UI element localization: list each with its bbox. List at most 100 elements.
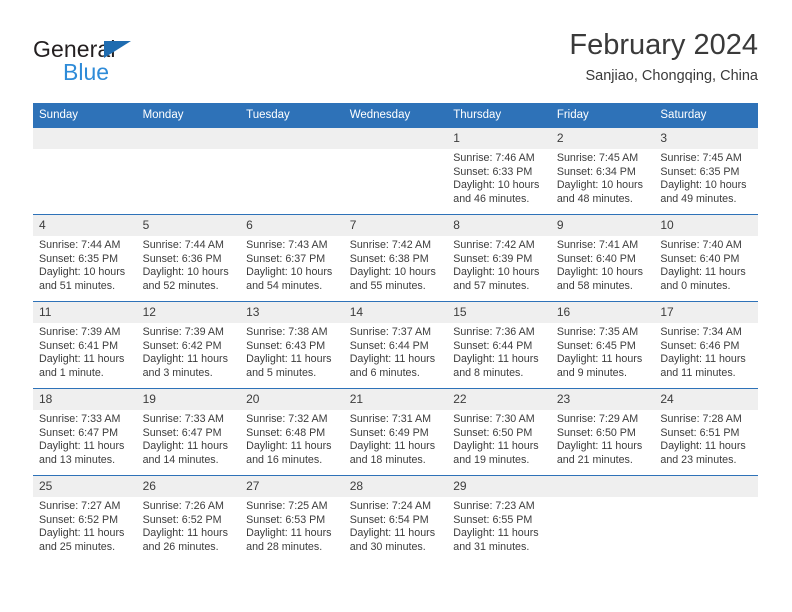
- sunrise-text: Sunrise: 7:33 AM: [39, 413, 121, 425]
- daylight-text-line2: and 57 minutes.: [453, 279, 530, 292]
- calendar-day-cell[interactable]: 27 Sunrise: 7:25 AM Sunset: 6:53 PM Dayligh…: [240, 475, 344, 562]
- sunset-text: Sunset: 6:42 PM: [142, 339, 222, 352]
- daylight-text-line1: Daylight: 11 hours: [39, 353, 125, 366]
- sunset-text: Sunset: 6:52 PM: [39, 513, 119, 526]
- calendar-table: Sunday Monday Tuesday Wednesday Thursday Frid…: [33, 103, 758, 562]
- day-number: 8: [447, 215, 551, 236]
- day-number: 28: [343, 476, 448, 497]
- daylight-text-line2: and 9 minutes.: [556, 366, 627, 379]
- sunrise-text: Sunrise: 7:41 AM: [556, 239, 639, 251]
- calendar-day-cell[interactable]: 5 Sunrise: 7:44 AM Sunset: 6:36 PM Daylight…: [136, 214, 241, 302]
- calendar-grid: Sunday Monday Tuesday Wednesday Thursday Frid…: [33, 103, 758, 562]
- daylight-text-line1: Daylight: 10 hours: [453, 179, 540, 192]
- day-details: Sunrise: 7:23 AM Sunset: 6:55 PM Daylight:…: [447, 497, 551, 554]
- sunset-text: Sunset: 6:44 PM: [453, 339, 533, 352]
- calendar-day-cell[interactable]: 10 Sunrise: 7:40 AM Sunset: 6:40 PM Dayligh…: [654, 214, 758, 302]
- calendar-week-row: 1 Sunrise: 7:46 AM Sunset: 6:33 PM Daylight…: [33, 128, 758, 215]
- daylight-text-line1: Daylight: 11 hours: [39, 527, 125, 540]
- daylight-text-line1: Daylight: 11 hours: [142, 440, 228, 453]
- calendar-day-cell[interactable]: 24 Sunrise: 7:28 AM Sunset: 6:51 PM Dayligh…: [654, 388, 758, 476]
- daylight-text-line1: Daylight: 11 hours: [556, 440, 643, 453]
- daylight-text-line2: and 18 minutes.: [349, 453, 426, 466]
- calendar-day-cell[interactable]: 7 Sunrise: 7:42 AM Sunset: 6:38 PM Daylight…: [343, 214, 448, 302]
- sunset-text: Sunset: 6:37 PM: [246, 252, 326, 265]
- day-details: Sunrise: 7:26 AM Sunset: 6:52 PM Daylight:…: [137, 497, 241, 554]
- day-number: [33, 128, 137, 149]
- calendar-day-cell[interactable]: 29 Sunrise: 7:23 AM Sunset: 6:55 PM Dayligh…: [447, 475, 551, 562]
- sunset-text: Sunset: 6:50 PM: [453, 426, 533, 439]
- calendar-day-cell[interactable]: 16 Sunrise: 7:35 AM Sunset: 6:45 PM Dayligh…: [550, 301, 655, 389]
- daylight-text-line2: and 54 minutes.: [246, 279, 323, 292]
- sunset-text: Sunset: 6:45 PM: [556, 339, 636, 352]
- logo-text-blue: Blue: [63, 59, 110, 85]
- sunrise-text: Sunrise: 7:35 AM: [556, 326, 639, 338]
- calendar-day-cell[interactable]: 11 Sunrise: 7:39 AM Sunset: 6:41 PM Dayligh…: [33, 301, 137, 389]
- calendar-empty-cell: [550, 475, 655, 562]
- calendar-day-cell[interactable]: 12 Sunrise: 7:39 AM Sunset: 6:42 PM Dayligh…: [136, 301, 241, 389]
- general-blue-logo[interactable]: General Blue: [33, 36, 233, 94]
- sunset-text: Sunset: 6:40 PM: [556, 252, 636, 265]
- calendar-day-cell[interactable]: 18 Sunrise: 7:33 AM Sunset: 6:47 PM Dayligh…: [33, 388, 137, 476]
- calendar-day-cell[interactable]: 22 Sunrise: 7:30 AM Sunset: 6:50 PM Dayligh…: [447, 388, 551, 476]
- calendar-day-cell[interactable]: 6 Sunrise: 7:43 AM Sunset: 6:37 PM Daylight…: [240, 214, 344, 302]
- day-number: 14: [343, 302, 448, 323]
- day-number: 1: [447, 128, 551, 149]
- sunset-text: Sunset: 6:50 PM: [556, 426, 636, 439]
- sunset-text: Sunset: 6:47 PM: [142, 426, 222, 439]
- calendar-day-cell[interactable]: 1 Sunrise: 7:46 AM Sunset: 6:33 PM Daylight…: [447, 128, 551, 215]
- sunset-text: Sunset: 6:41 PM: [39, 339, 119, 352]
- daylight-text-line1: Daylight: 11 hours: [453, 353, 539, 366]
- calendar-day-cell[interactable]: 9 Sunrise: 7:41 AM Sunset: 6:40 PM Daylight…: [550, 214, 655, 302]
- sunset-text: Sunset: 6:54 PM: [349, 513, 429, 526]
- sunrise-text: Sunrise: 7:34 AM: [660, 326, 742, 338]
- day-number: [240, 128, 344, 149]
- day-details: Sunrise: 7:35 AM Sunset: 6:45 PM Daylight:…: [551, 323, 655, 380]
- calendar-day-cell[interactable]: 14 Sunrise: 7:37 AM Sunset: 6:44 PM Dayligh…: [343, 301, 448, 389]
- weekday-header-wednesday: Wednesday: [343, 103, 448, 128]
- calendar-day-cell[interactable]: 17 Sunrise: 7:34 AM Sunset: 6:46 PM Dayligh…: [654, 301, 758, 389]
- day-number: 5: [136, 215, 241, 236]
- day-details: Sunrise: 7:43 AM Sunset: 6:37 PM Daylight:…: [240, 236, 344, 293]
- day-number: [550, 476, 655, 497]
- calendar-day-cell[interactable]: 26 Sunrise: 7:26 AM Sunset: 6:52 PM Dayligh…: [136, 475, 241, 562]
- calendar-day-cell[interactable]: 15 Sunrise: 7:36 AM Sunset: 6:44 PM Dayligh…: [447, 301, 551, 389]
- day-details: Sunrise: 7:32 AM Sunset: 6:48 PM Daylight:…: [240, 410, 344, 467]
- sunset-text: Sunset: 6:44 PM: [349, 339, 429, 352]
- sunset-text: Sunset: 6:49 PM: [349, 426, 429, 439]
- sunrise-text: Sunrise: 7:23 AM: [453, 500, 535, 512]
- calendar-day-cell[interactable]: 20 Sunrise: 7:32 AM Sunset: 6:48 PM Dayligh…: [240, 388, 344, 476]
- calendar-day-cell[interactable]: 2 Sunrise: 7:45 AM Sunset: 6:34 PM Daylight…: [550, 128, 655, 215]
- calendar-day-cell[interactable]: 25 Sunrise: 7:27 AM Sunset: 6:52 PM Dayligh…: [33, 475, 137, 562]
- sunrise-text: Sunrise: 7:39 AM: [39, 326, 121, 338]
- day-number: 15: [447, 302, 551, 323]
- day-number: 29: [447, 476, 551, 497]
- day-number: 3: [654, 128, 758, 149]
- daylight-text-line2: and 8 minutes.: [453, 366, 524, 379]
- day-details: Sunrise: 7:42 AM Sunset: 6:38 PM Daylight:…: [344, 236, 448, 293]
- calendar-day-cell[interactable]: 28 Sunrise: 7:24 AM Sunset: 6:54 PM Dayligh…: [343, 475, 448, 562]
- daylight-text-line1: Daylight: 10 hours: [556, 266, 643, 279]
- sunrise-text: Sunrise: 7:31 AM: [349, 413, 432, 425]
- daylight-text-line2: and 16 minutes.: [246, 453, 323, 466]
- sunrise-text: Sunrise: 7:46 AM: [453, 152, 535, 164]
- daylight-text-line2: and 58 minutes.: [556, 279, 633, 292]
- calendar-day-cell[interactable]: 21 Sunrise: 7:31 AM Sunset: 6:49 PM Dayligh…: [343, 388, 448, 476]
- sunset-text: Sunset: 6:48 PM: [246, 426, 326, 439]
- page-title: February 2024: [569, 29, 758, 61]
- calendar-day-cell[interactable]: 3 Sunrise: 7:45 AM Sunset: 6:35 PM Daylight…: [654, 128, 758, 215]
- calendar-day-cell[interactable]: 13 Sunrise: 7:38 AM Sunset: 6:43 PM Dayligh…: [240, 301, 344, 389]
- calendar-day-cell[interactable]: 19 Sunrise: 7:33 AM Sunset: 6:47 PM Dayligh…: [136, 388, 241, 476]
- calendar-body: 1 Sunrise: 7:46 AM Sunset: 6:33 PM Daylight…: [33, 128, 758, 562]
- day-number: [343, 128, 448, 149]
- calendar-day-cell[interactable]: 8 Sunrise: 7:42 AM Sunset: 6:39 PM Daylight…: [447, 214, 551, 302]
- sunrise-text: Sunrise: 7:42 AM: [453, 239, 535, 251]
- sunrise-text: Sunrise: 7:32 AM: [246, 413, 328, 425]
- day-number: 9: [550, 215, 655, 236]
- calendar-day-cell[interactable]: 23 Sunrise: 7:29 AM Sunset: 6:50 PM Dayligh…: [550, 388, 655, 476]
- calendar-week-row: 18 Sunrise: 7:33 AM Sunset: 6:47 PM Dayligh…: [33, 388, 758, 476]
- daylight-text-line2: and 14 minutes.: [142, 453, 219, 466]
- day-details: Sunrise: 7:42 AM Sunset: 6:39 PM Daylight:…: [447, 236, 551, 293]
- daylight-text-line1: Daylight: 11 hours: [453, 527, 539, 540]
- day-number: 16: [550, 302, 655, 323]
- calendar-day-cell[interactable]: 4 Sunrise: 7:44 AM Sunset: 6:35 PM Daylight…: [33, 214, 137, 302]
